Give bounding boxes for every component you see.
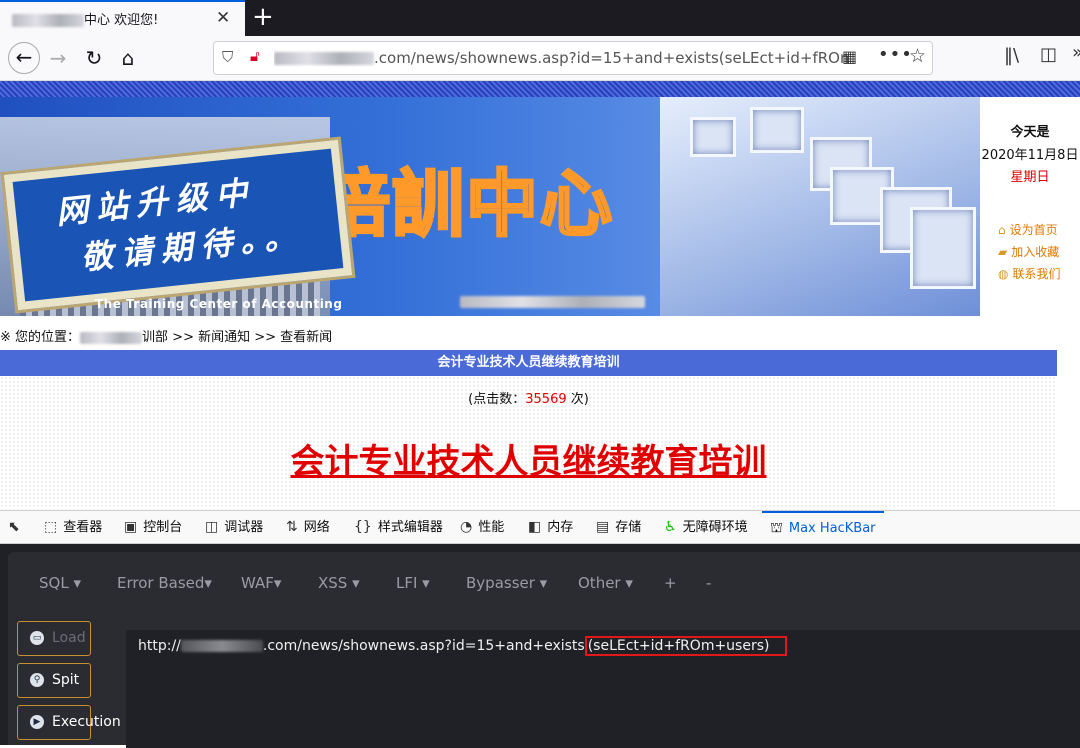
storage-icon: ▤	[596, 519, 610, 535]
load-icon: ▭	[30, 631, 44, 645]
network-icon: ⇅	[286, 519, 298, 535]
bookmark-star-icon[interactable]: ☆	[909, 45, 926, 67]
devtools-toolbar: ⬉ ⬚ 查看器 ▣ 控制台 ◫ 调试器 ⇅ 网络 {} 样式编辑器 ◔ 性能 ◧ 内存 ▤ 存储…	[0, 510, 1080, 544]
library-icon[interactable]: ‖\	[1004, 45, 1019, 66]
overflow-icon[interactable]: »	[1072, 42, 1080, 63]
breadcrumb-prefix: ※ 您的位置：	[0, 330, 81, 345]
tab-accessibility[interactable]: ♿ 无障碍环境	[664, 511, 748, 543]
performance-icon: ◔	[460, 519, 473, 535]
menu-xss[interactable]: XSS ▾	[318, 574, 360, 592]
folder-icon: ▰	[998, 245, 1008, 259]
redacted-text	[80, 331, 143, 344]
menu-waf[interactable]: WAF▾	[241, 574, 281, 592]
menu-lfi[interactable]: LFI ▾	[396, 574, 430, 592]
tab-title-text: 中心 欢迎您!	[84, 13, 159, 28]
play-icon: ▶	[30, 715, 44, 729]
breadcrumb-path[interactable]: >> 新闻通知 >> 查看新闻	[168, 330, 332, 345]
monitor	[690, 117, 736, 157]
tab-style-editor[interactable]: {} 样式编辑器	[354, 511, 443, 543]
tab-debugger[interactable]: ◫ 调试器	[205, 511, 263, 543]
contact-us-link[interactable]: ◍ 联系我们	[998, 265, 1061, 282]
tab-max-hackbar[interactable]: ⛫ Max HacKBar	[762, 511, 884, 543]
back-button[interactable]: ←	[8, 42, 40, 74]
decorative-stripe	[0, 81, 1080, 97]
forward-button[interactable]: →	[42, 42, 74, 74]
element-picker-icon[interactable]: ⬉	[8, 511, 26, 543]
add-favorite-link[interactable]: ▰ 加入收藏	[998, 243, 1059, 260]
redacted-text	[274, 52, 374, 65]
tab-memory[interactable]: ◧ 内存	[528, 511, 573, 543]
monitor	[910, 207, 976, 289]
url-textarea-content[interactable]: http://.com/news/shownews.asp?id=15+and+…	[138, 636, 788, 656]
split-url-button[interactable]: ⚲Spit URL	[17, 663, 91, 721]
tab-console[interactable]: ▣ 控制台	[124, 511, 182, 543]
article-body: (点击数：35569 次) 会计专业技术人员继续教育培训	[0, 376, 1057, 510]
more-icon[interactable]: •••	[878, 44, 913, 65]
tab-inspector[interactable]: ⬚ 查看器	[44, 511, 102, 543]
menu-bypasser[interactable]: Bypasser ▾	[466, 574, 547, 592]
sidebar-icon[interactable]: ◫	[1040, 44, 1057, 65]
menu-other[interactable]: Other ▾	[578, 574, 633, 592]
site-banner: 会計培訓中心 网站升级中 敬请期待。。 The Training Center …	[0, 97, 980, 316]
accessibility-icon: ♿	[664, 519, 677, 535]
new-tab-button[interactable]: +	[252, 2, 274, 32]
tab-title: 中心 欢迎您!	[12, 9, 158, 28]
redacted-text	[12, 14, 84, 27]
execution-button[interactable]: ▶ Execution	[17, 705, 121, 740]
remove-button[interactable]: -	[706, 574, 711, 592]
menu-sql[interactable]: SQL ▾	[39, 574, 81, 592]
split-icon: ⚲	[30, 673, 44, 687]
reload-button[interactable]: ↻	[78, 42, 110, 74]
article-category-header: 会计专业技术人员继续教育培训	[0, 350, 1057, 376]
banner-english-title: The Training Center of Accounting	[95, 297, 343, 311]
breadcrumb-section[interactable]: 训部	[142, 330, 168, 345]
click-count: (点击数：35569 次)	[468, 392, 589, 407]
tab-performance[interactable]: ◔ 性能	[460, 511, 504, 543]
menu-error-based[interactable]: Error Based▾	[117, 574, 212, 592]
article-title[interactable]: 会计专业技术人员继续教育培训	[0, 434, 1057, 483]
tab-bar: 中心 欢迎您! ✕ +	[0, 0, 1080, 36]
inspector-icon: ⬚	[44, 519, 58, 535]
hackbar-icon: ⛫	[770, 520, 783, 536]
qr-code-icon[interactable]: ▦	[842, 47, 857, 66]
hackbar-panel: SQL ▾ Error Based▾ WAF▾ XSS ▾ LFI ▾ Bypa…	[0, 544, 1080, 748]
breadcrumb: ※ 您的位置： 训部 >> 新闻通知 >> 查看新闻	[0, 326, 332, 345]
today-date: 2020年11月8日	[981, 148, 1079, 163]
shield-icon[interactable]: ⛉	[222, 48, 233, 66]
redacted-text	[180, 640, 263, 652]
style-editor-icon: {}	[354, 519, 372, 535]
globe-icon: ◍	[998, 267, 1009, 281]
tab-storage[interactable]: ▤ 存储	[596, 511, 641, 543]
house-icon: ⌂	[998, 223, 1006, 237]
url-textarea[interactable]: http://.com/news/shownews.asp?id=15+and+…	[126, 630, 1080, 748]
url-text[interactable]: .com/news/shownews.asp?id=15+and+exists(…	[274, 49, 849, 67]
highlighted-payload: (seLEct+id+fROm+users)	[584, 636, 788, 656]
debugger-icon: ◫	[205, 519, 219, 535]
navigation-toolbar: ← → ↻ ⌂ ⛉ 🔓︎ .com/news/shownews.asp?id=1…	[0, 36, 1080, 81]
close-tab-icon[interactable]: ✕	[216, 8, 230, 28]
redacted-banner-url	[460, 296, 645, 308]
console-icon: ▣	[124, 519, 138, 535]
address-bar[interactable]: ⛉ 🔓︎ .com/news/shownews.asp?id=15+and+ex…	[213, 41, 933, 75]
today-label: 今天是	[1010, 125, 1050, 140]
set-homepage-link[interactable]: ⌂ 设为首页	[998, 221, 1058, 238]
today-weekday: 星期日	[1010, 170, 1050, 185]
add-button[interactable]: +	[664, 574, 677, 592]
hackbar-body: SQL ▾ Error Based▾ WAF▾ XSS ▾ LFI ▾ Bypa…	[8, 552, 1080, 748]
memory-icon: ◧	[528, 519, 542, 535]
insecure-lock-icon[interactable]: 🔓︎	[250, 47, 260, 65]
url-visible-text: .com/news/shownews.asp?id=15+and+exists(…	[374, 49, 849, 67]
tab-network[interactable]: ⇅ 网络	[286, 511, 330, 543]
browser-tab[interactable]: 中心 欢迎您! ✕	[0, 0, 245, 36]
load-url-button[interactable]: ▭Load URL	[17, 621, 91, 679]
monitor	[750, 107, 804, 153]
date-panel: 今天是 2020年11月8日 星期日 ⌂ 设为首页 ▰ 加入收藏 ◍ 联系我们	[980, 97, 1080, 316]
click-count-value: 35569	[525, 392, 567, 407]
home-button[interactable]: ⌂	[112, 42, 144, 74]
computer-room-image	[660, 97, 980, 316]
